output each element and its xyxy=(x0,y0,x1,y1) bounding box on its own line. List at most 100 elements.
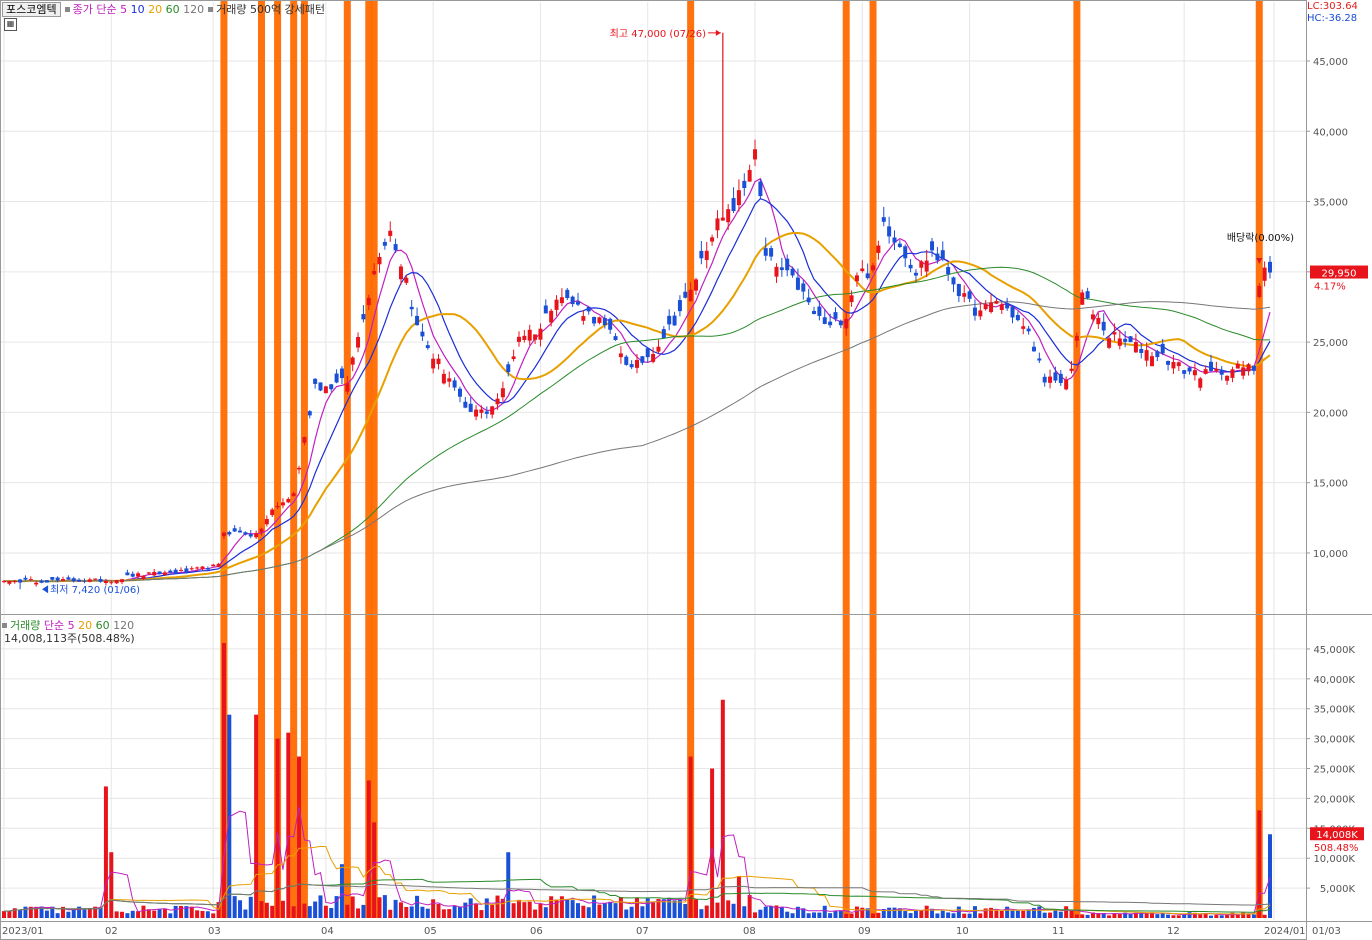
candle-body xyxy=(865,273,870,279)
volume-bar xyxy=(785,911,790,918)
volume-bar xyxy=(731,903,736,918)
candle-body xyxy=(313,378,318,384)
candle-body xyxy=(441,373,446,384)
signal-bar xyxy=(300,0,308,918)
candle-body xyxy=(28,579,33,581)
candle-body xyxy=(227,532,232,535)
table-icon[interactable]: ▦ xyxy=(4,18,17,31)
candle-body xyxy=(18,579,23,583)
volume-bar xyxy=(763,906,768,918)
candle-body xyxy=(1160,343,1165,354)
volume-bar xyxy=(822,905,827,918)
volume-bar xyxy=(66,911,71,918)
candle-body xyxy=(962,293,967,297)
volume-bar xyxy=(951,913,956,918)
date-label: 2024/01 xyxy=(1264,926,1306,937)
volume-bar xyxy=(452,905,457,918)
date-label: 05 xyxy=(424,926,437,937)
candle-body xyxy=(1182,370,1187,374)
date-label: 09 xyxy=(858,926,871,937)
candle-body xyxy=(297,467,302,470)
candle-body xyxy=(516,336,521,342)
ma-10: 10 xyxy=(130,3,145,16)
pattern-label: 거래량 500억 강세패턴 xyxy=(216,3,326,16)
candle-body xyxy=(270,509,275,516)
volume-bar xyxy=(366,780,371,918)
stock-title[interactable]: 포스코엠텍 xyxy=(2,2,61,17)
volume-tick-label: 30,000K xyxy=(1313,735,1355,746)
candle-body xyxy=(592,316,597,324)
volume-bar xyxy=(280,900,285,918)
candle-body xyxy=(1257,285,1262,297)
volume-bar xyxy=(468,898,473,918)
grid xyxy=(0,2,1306,920)
ma-120: 120 xyxy=(183,3,205,16)
candle-body xyxy=(200,566,205,569)
candle-body xyxy=(243,532,248,535)
candle-body xyxy=(1225,375,1230,381)
candle-body xyxy=(538,328,543,340)
candle-body xyxy=(806,297,811,303)
volume-bar xyxy=(313,901,318,918)
candle-body xyxy=(1139,348,1144,353)
candle-body xyxy=(586,306,591,312)
volume-bar xyxy=(495,895,500,918)
candle-body xyxy=(82,580,87,582)
candle-body xyxy=(1026,328,1031,332)
volume-bar xyxy=(1219,915,1224,918)
volume-bar xyxy=(838,910,843,918)
candle-body xyxy=(216,563,221,567)
date-label: 12 xyxy=(1167,926,1180,937)
volume-bar xyxy=(1107,915,1112,918)
candle-body xyxy=(624,356,629,365)
volume-bar xyxy=(1015,910,1020,918)
candle-body xyxy=(500,388,505,398)
candle-body xyxy=(404,277,409,283)
candle-body xyxy=(1123,338,1128,342)
stock-chart: 45,00040,00035,00030,00025,00020,00015,0… xyxy=(0,0,1372,940)
candle-body xyxy=(490,406,495,415)
candle-body xyxy=(967,291,972,299)
volume-bar xyxy=(720,699,725,918)
candle-body xyxy=(790,268,795,276)
candle-body xyxy=(753,149,758,160)
candle-body xyxy=(699,250,704,259)
volume-bar xyxy=(173,905,178,918)
candle-body xyxy=(39,580,44,583)
volume-bar xyxy=(286,732,291,918)
candle-body xyxy=(44,580,49,583)
volume-bar xyxy=(388,909,393,918)
volume-bar xyxy=(956,906,961,918)
candle-body xyxy=(1149,356,1154,367)
volume-bar xyxy=(420,906,425,918)
volume-bar xyxy=(940,910,945,918)
volume-bar xyxy=(125,913,130,918)
candle-body xyxy=(640,356,645,363)
volume-bar xyxy=(474,904,479,918)
volume-bar xyxy=(1026,910,1031,918)
candle-body xyxy=(635,360,639,368)
candle-body xyxy=(329,384,334,390)
volume-bar xyxy=(608,901,613,918)
price-tick-label: 45,000 xyxy=(1313,57,1348,68)
volume-bar xyxy=(1021,910,1026,918)
volume-bar xyxy=(264,902,269,918)
candle-body xyxy=(398,266,403,280)
candle-body xyxy=(844,318,849,329)
candle-body xyxy=(1230,369,1235,378)
volume-bar xyxy=(581,905,586,918)
volume-bar xyxy=(747,894,752,918)
volume-bar xyxy=(1117,914,1122,918)
candle-body xyxy=(1031,346,1036,352)
candle-body xyxy=(120,579,125,583)
candle-body xyxy=(168,570,173,573)
candle-body xyxy=(420,331,425,337)
volume-bar xyxy=(1058,911,1063,918)
candle-body xyxy=(286,498,291,503)
candle-body xyxy=(871,265,876,271)
candle-body xyxy=(672,315,677,326)
volume-tick-label: 5,000K xyxy=(1320,884,1356,895)
candle-body xyxy=(908,264,913,269)
volume-bar xyxy=(350,896,355,918)
candle-body xyxy=(457,388,462,397)
